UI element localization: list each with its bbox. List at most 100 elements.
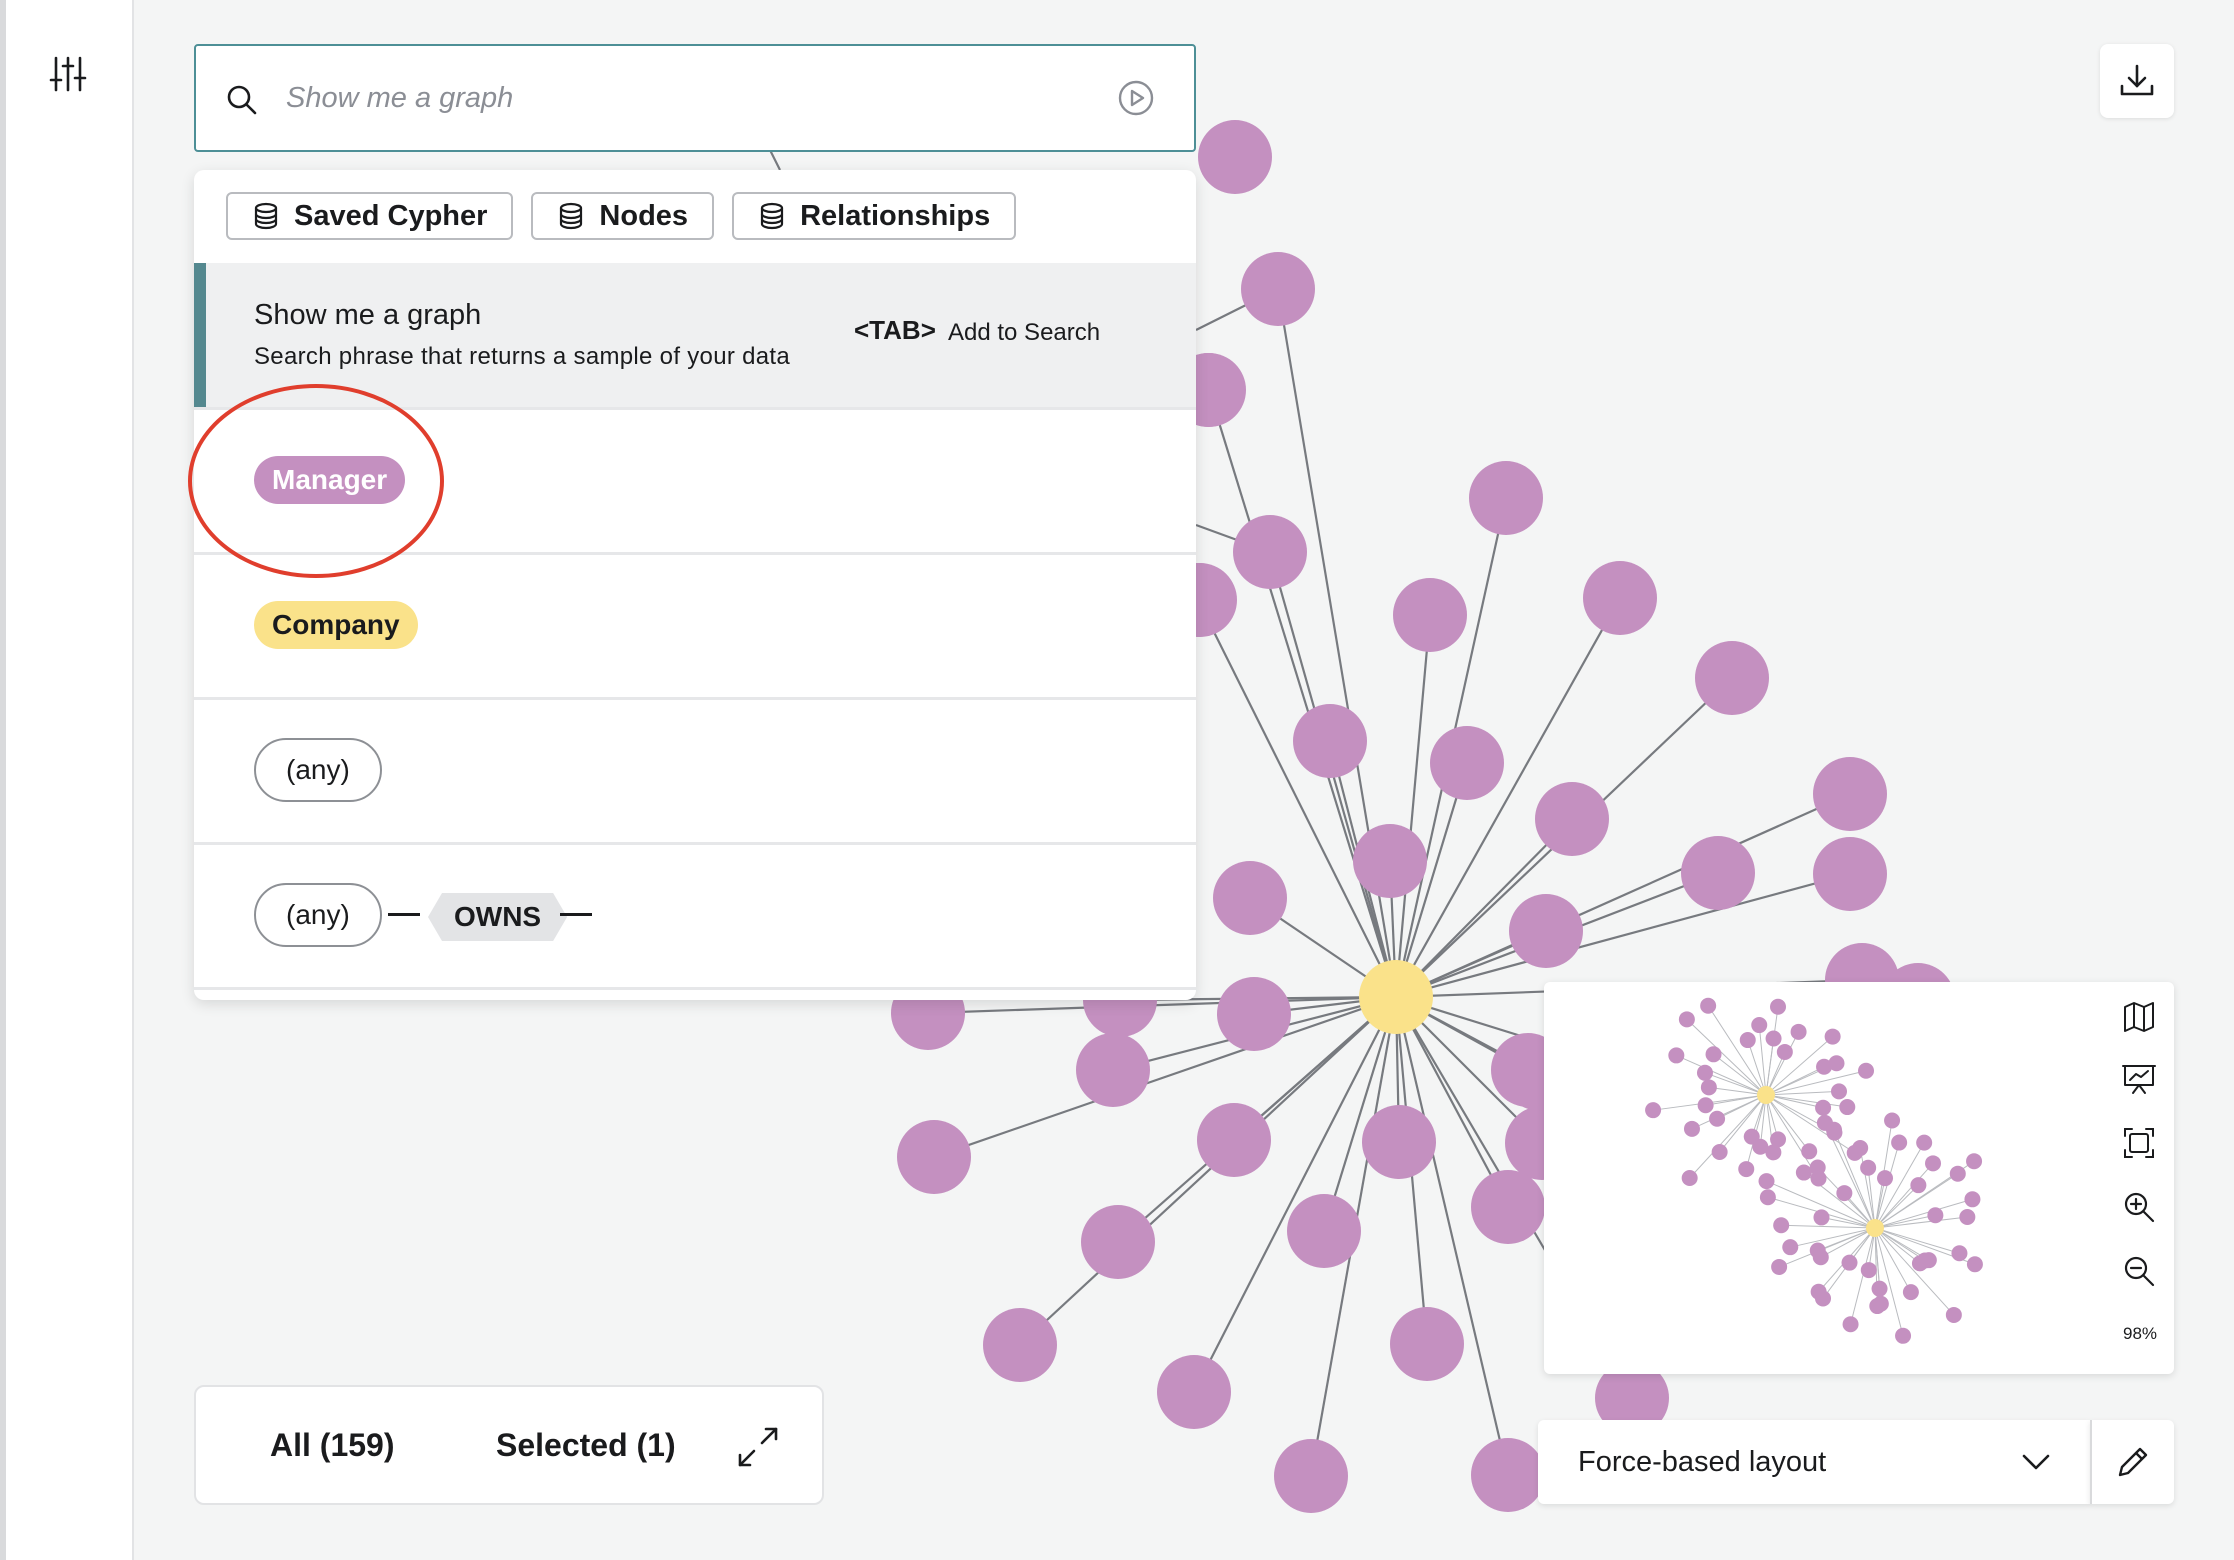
minimap-node	[1705, 1046, 1722, 1063]
manager-node[interactable]	[1469, 461, 1543, 535]
expand-icon[interactable]	[734, 1423, 782, 1471]
search-input[interactable]	[286, 66, 1086, 130]
minimap-node	[1810, 1283, 1827, 1300]
minimap-node	[1884, 1112, 1901, 1129]
minimap-node	[1700, 1079, 1717, 1096]
manager-node[interactable]	[1213, 861, 1287, 935]
dropdown-divider	[194, 987, 1196, 1000]
minimap-node	[1871, 1280, 1888, 1297]
manager-node[interactable]	[1362, 1105, 1436, 1179]
manager-node[interactable]	[1293, 704, 1367, 778]
manager-node[interactable]	[1353, 824, 1427, 898]
chip-label: Nodes	[599, 199, 689, 232]
fit-screen-icon[interactable]	[2118, 1122, 2160, 1164]
annotation-circle	[188, 384, 444, 578]
manager-node[interactable]	[1681, 836, 1755, 910]
any-node-pill[interactable]: (any)	[254, 738, 382, 802]
suggestion-any-node[interactable]: (any)	[194, 697, 1196, 842]
manager-node[interactable]	[1076, 1033, 1150, 1107]
pencil-icon[interactable]	[2090, 1420, 2174, 1504]
map-icon[interactable]	[2118, 996, 2160, 1038]
sliders-icon[interactable]	[44, 50, 92, 98]
minimap-node	[1824, 1028, 1841, 1045]
minimap-node	[1910, 1177, 1927, 1194]
layout-select[interactable]: Force-based layout	[1538, 1420, 2090, 1504]
presentation-icon[interactable]	[2118, 1058, 2160, 1100]
all-results-tab[interactable]: All (159)	[270, 1427, 394, 1464]
manager-node[interactable]	[983, 1308, 1057, 1382]
play-circle-icon[interactable]	[1116, 78, 1156, 118]
zoom-level: 98%	[2122, 1324, 2158, 1343]
minimap-node	[1877, 1170, 1894, 1187]
manager-node[interactable]	[1813, 757, 1887, 831]
manager-node[interactable]	[1197, 1103, 1271, 1177]
minimap-node	[1683, 1120, 1700, 1137]
owns-relationship-tag[interactable]: OWNS	[428, 893, 567, 941]
left-sidebar	[0, 0, 134, 1560]
suggestion-owns-pattern[interactable]: (any) OWNS	[194, 842, 1196, 987]
minimap-node	[1826, 1121, 1843, 1138]
minimap-node	[1758, 1173, 1775, 1190]
minimap-node	[1773, 1217, 1790, 1234]
manager-node[interactable]	[1233, 515, 1307, 589]
manager-node[interactable]	[1535, 782, 1609, 856]
manager-node[interactable]	[1198, 120, 1272, 194]
minimap-view[interactable]	[1544, 982, 2104, 1374]
chevron-down-icon	[2022, 1454, 2050, 1470]
minimap-node	[1858, 1062, 1875, 1079]
selected-results-tab[interactable]: Selected (1)	[496, 1427, 676, 1464]
active-row-accent	[194, 263, 206, 407]
manager-node[interactable]	[1241, 252, 1315, 326]
minimap-node	[1895, 1327, 1912, 1344]
chip-label: Saved Cypher	[294, 199, 488, 232]
zoom-out-icon[interactable]	[2118, 1250, 2160, 1292]
manager-node[interactable]	[1471, 1170, 1545, 1244]
manager-node[interactable]	[1509, 894, 1583, 968]
chip-saved-cypher[interactable]: Saved Cypher	[226, 192, 514, 240]
manager-node[interactable]	[1813, 837, 1887, 911]
minimap-node	[1966, 1256, 1983, 1273]
minimap-node	[1751, 1017, 1768, 1034]
manager-node[interactable]	[897, 1120, 971, 1194]
minimap-node	[1869, 1298, 1886, 1315]
minimap-node	[1711, 1143, 1728, 1160]
zoom-in-icon[interactable]	[2118, 1186, 2160, 1228]
minimap-node	[1743, 1128, 1760, 1145]
minimap-node	[1949, 1165, 1966, 1182]
minimap-node	[1809, 1242, 1826, 1259]
minimap-company-node	[1866, 1219, 1884, 1237]
search-icon	[227, 85, 257, 115]
any-node-pill[interactable]: (any)	[254, 883, 382, 947]
manager-node[interactable]	[1430, 726, 1504, 800]
minimap-node	[1902, 1284, 1919, 1301]
tab-key-hint: <TAB>	[854, 315, 936, 345]
manager-node[interactable]	[1081, 1205, 1155, 1279]
minimap-node	[1678, 1011, 1695, 1028]
minimap-node	[1809, 1159, 1826, 1176]
minimap-node	[1959, 1209, 1976, 1226]
minimap-node	[1776, 1043, 1793, 1060]
download-icon[interactable]	[2100, 44, 2174, 118]
manager-node[interactable]	[1471, 1438, 1545, 1512]
minimap-node	[1771, 1258, 1788, 1275]
minimap-node	[1815, 1099, 1832, 1116]
minimap-node	[1860, 1262, 1877, 1279]
company-label-pill[interactable]: Company	[254, 601, 418, 649]
manager-node[interactable]	[1390, 1307, 1464, 1381]
manager-node[interactable]	[1393, 578, 1467, 652]
manager-node[interactable]	[1695, 641, 1769, 715]
minimap-node	[1911, 1255, 1928, 1272]
manager-node[interactable]	[1217, 977, 1291, 1051]
company-node[interactable]	[1359, 960, 1433, 1034]
manager-node[interactable]	[1157, 1355, 1231, 1429]
manager-node[interactable]	[1287, 1194, 1361, 1268]
chip-relationships[interactable]: Relationships	[732, 192, 1017, 240]
minimap-node	[1738, 1161, 1755, 1178]
minimap-node	[1795, 1164, 1812, 1181]
suggestion-show-me-a-graph[interactable]: Show me a graph Search phrase that retur…	[194, 263, 1196, 407]
chip-nodes[interactable]: Nodes	[531, 192, 715, 240]
minimap-node	[1828, 1055, 1845, 1072]
manager-node[interactable]	[1583, 561, 1657, 635]
manager-node[interactable]	[1274, 1439, 1348, 1513]
minimap-node	[1951, 1245, 1968, 1262]
